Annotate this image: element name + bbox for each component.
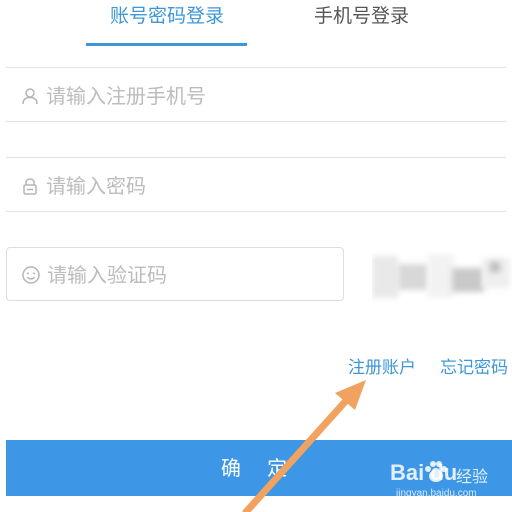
divider-phone <box>6 121 506 122</box>
forgot-password-link[interactable]: 忘记密码 <box>440 353 508 378</box>
captcha-input[interactable] <box>47 259 337 291</box>
divider-top <box>6 67 506 68</box>
captcha-image[interactable] <box>372 250 512 302</box>
user-icon <box>22 88 38 105</box>
password-field <box>6 166 506 206</box>
tab-account-password-login[interactable]: 账号密码登录 <box>110 4 224 28</box>
login-tabs: 账号密码登录 手机号登录 <box>0 0 512 48</box>
login-screen: 账号密码登录 手机号登录 请输入注册手机号 请输入验证码 注册账户 忘记密码 确… <box>0 0 512 512</box>
active-tab-indicator <box>86 43 247 46</box>
phone-field <box>6 76 506 116</box>
divider-password <box>6 211 506 212</box>
lock-icon <box>23 178 37 195</box>
phone-input[interactable] <box>46 80 486 112</box>
password-input[interactable] <box>46 170 486 202</box>
captcha-field <box>6 247 344 301</box>
register-account-link[interactable]: 注册账户 <box>348 353 416 378</box>
tab-phone-login[interactable]: 手机号登录 <box>314 4 409 28</box>
smile-icon <box>22 266 40 284</box>
divider-password-top <box>6 157 506 158</box>
confirm-button[interactable]: 确 定 <box>6 440 512 496</box>
